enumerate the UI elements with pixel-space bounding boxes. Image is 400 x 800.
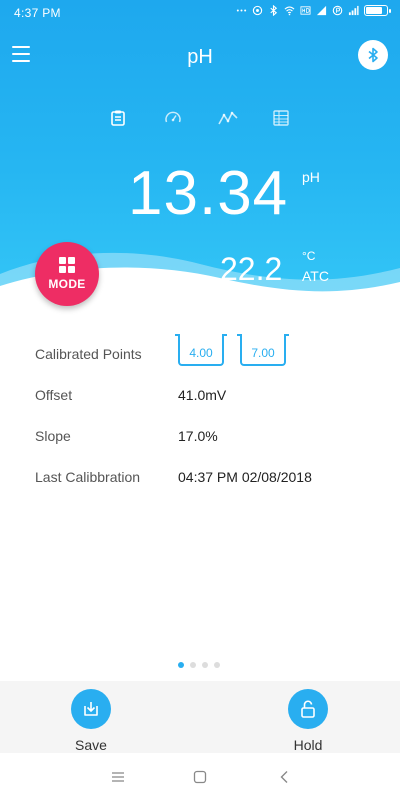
page-dot[interactable] [214,662,220,668]
page-title: pH [187,46,213,68]
bluetooth-button[interactable] [358,40,388,70]
offset-value: 41.0mV [178,387,227,403]
offset-label: Offset [35,387,73,403]
save-button-circle[interactable] [71,689,111,729]
system-navigation-bar [0,753,400,800]
table-icon [273,110,289,126]
battery-level [366,7,382,14]
slope-value: 17.0% [178,428,218,444]
tab-graph[interactable] [216,106,240,130]
home-button[interactable] [190,767,210,787]
temperature-reading: 22.2 [220,251,283,287]
hold-button-circle[interactable] [288,689,328,729]
bluetooth-icon [368,47,378,63]
line-chart-icon [218,111,238,125]
signal-icon [316,5,327,16]
recent-apps-icon [112,772,124,782]
back-icon [280,771,288,783]
page-dot[interactable] [178,662,184,668]
bluetooth-icon [270,5,278,16]
calibrated-points-label: Calibrated Points [35,346,142,362]
calibration-point-badge: 4.00 [175,334,227,366]
signal-dots-icon [236,9,247,12]
back-button[interactable] [274,767,294,787]
wifi-icon [284,6,295,16]
calibrated-points-row: Calibrated Points 4.00 7.00 [0,334,400,386]
clipboard-icon [111,110,125,126]
status-icons [236,5,391,16]
hold-button-label: Hold [293,737,323,753]
action-bar: Save Hold [0,681,400,753]
gauge-icon [165,111,181,123]
page-indicator [178,662,220,668]
tab-gauge[interactable] [161,106,185,130]
mode-button[interactable]: MODE [35,242,99,306]
app-bar: pH [0,40,400,76]
signal-bars-icon [348,5,359,16]
slope-row: Slope 17.0% [0,428,400,468]
page-dot[interactable] [202,662,208,668]
temperature-mode: ATC [302,268,329,284]
save-button-label: Save [75,737,107,753]
calibration-point-badge: 7.00 [237,334,289,366]
hold-button[interactable]: Hold [278,689,338,753]
location-icon [252,5,263,16]
grid-icon [59,257,75,273]
status-bar: 4:37 PM [0,0,400,26]
ph-reading: 13.34 [128,159,289,228]
tab-table[interactable] [269,106,293,130]
mode-button-label: MODE [48,277,86,291]
temperature-unit: °C [302,249,316,263]
tab-calibration[interactable] [106,106,130,130]
home-icon [193,770,207,784]
calibration-point-value: 4.00 [189,346,213,360]
unlock-icon [301,700,315,718]
page-dot[interactable] [190,662,196,668]
battery-icon [364,5,391,16]
save-button[interactable]: Save [61,689,121,753]
last-calibration-value: 04:37 PM 02/08/2018 [178,469,312,485]
download-icon [84,702,98,716]
slope-label: Slope [35,428,71,444]
offset-row: Offset 41.0mV [0,387,400,427]
last-calibration-row: Last Calibbration 04:37 PM 02/08/2018 [0,469,400,509]
last-calibration-label: Last Calibbration [35,469,141,485]
ph-unit: pH [302,169,320,185]
data-saver-icon [332,5,343,16]
view-tabs [0,106,400,130]
recent-apps-button[interactable] [108,767,128,787]
status-time: 4:37 PM [14,6,61,20]
calibration-point-value: 7.00 [251,346,275,360]
hd-icon [300,6,311,15]
